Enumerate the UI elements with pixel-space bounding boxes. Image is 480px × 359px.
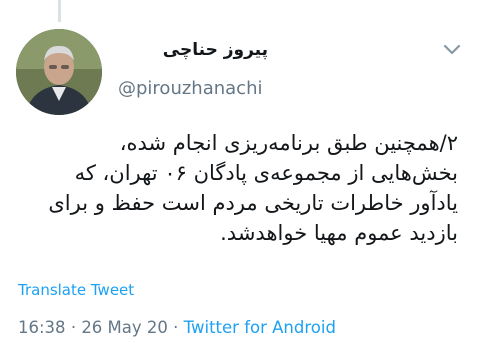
tweet-text-line: بازدید عموم مهیا خواهدشد.: [220, 221, 458, 245]
tweet-meta: 16:38 · 26 May 20 · Twitter for Android: [18, 318, 336, 337]
tweet-source-link[interactable]: Twitter for Android: [184, 318, 336, 337]
tweet-date[interactable]: 26 May 20: [81, 318, 168, 337]
avatar[interactable]: [16, 29, 102, 115]
meta-separator: ·: [70, 318, 77, 337]
tweet-text-line: بخش‌هایی از مجموعه‌ی پادگان ۰۶ تهران، که: [74, 161, 458, 185]
tweet-text-line: یادآور خاطرات تاریخی مردم است حفظ و برای: [48, 191, 458, 215]
display-name[interactable]: پیروز حناچی: [163, 40, 268, 60]
tweet-text: ۲/همچنین طبق برنامه‌ریزی انجام شده، بخش‌…: [10, 128, 458, 248]
avatar-photo: [16, 29, 102, 115]
user-handle[interactable]: @pirouzhanachi: [118, 78, 262, 99]
tweet-time[interactable]: 16:38: [18, 318, 66, 337]
chevron-down-icon[interactable]: [442, 43, 462, 57]
translate-tweet-link[interactable]: Translate Tweet: [18, 281, 134, 299]
meta-separator: ·: [173, 318, 179, 337]
tweet-text-line: ۲/همچنین طبق برنامه‌ریزی انجام شده،: [119, 131, 458, 155]
thread-connector-line: [58, 0, 61, 22]
